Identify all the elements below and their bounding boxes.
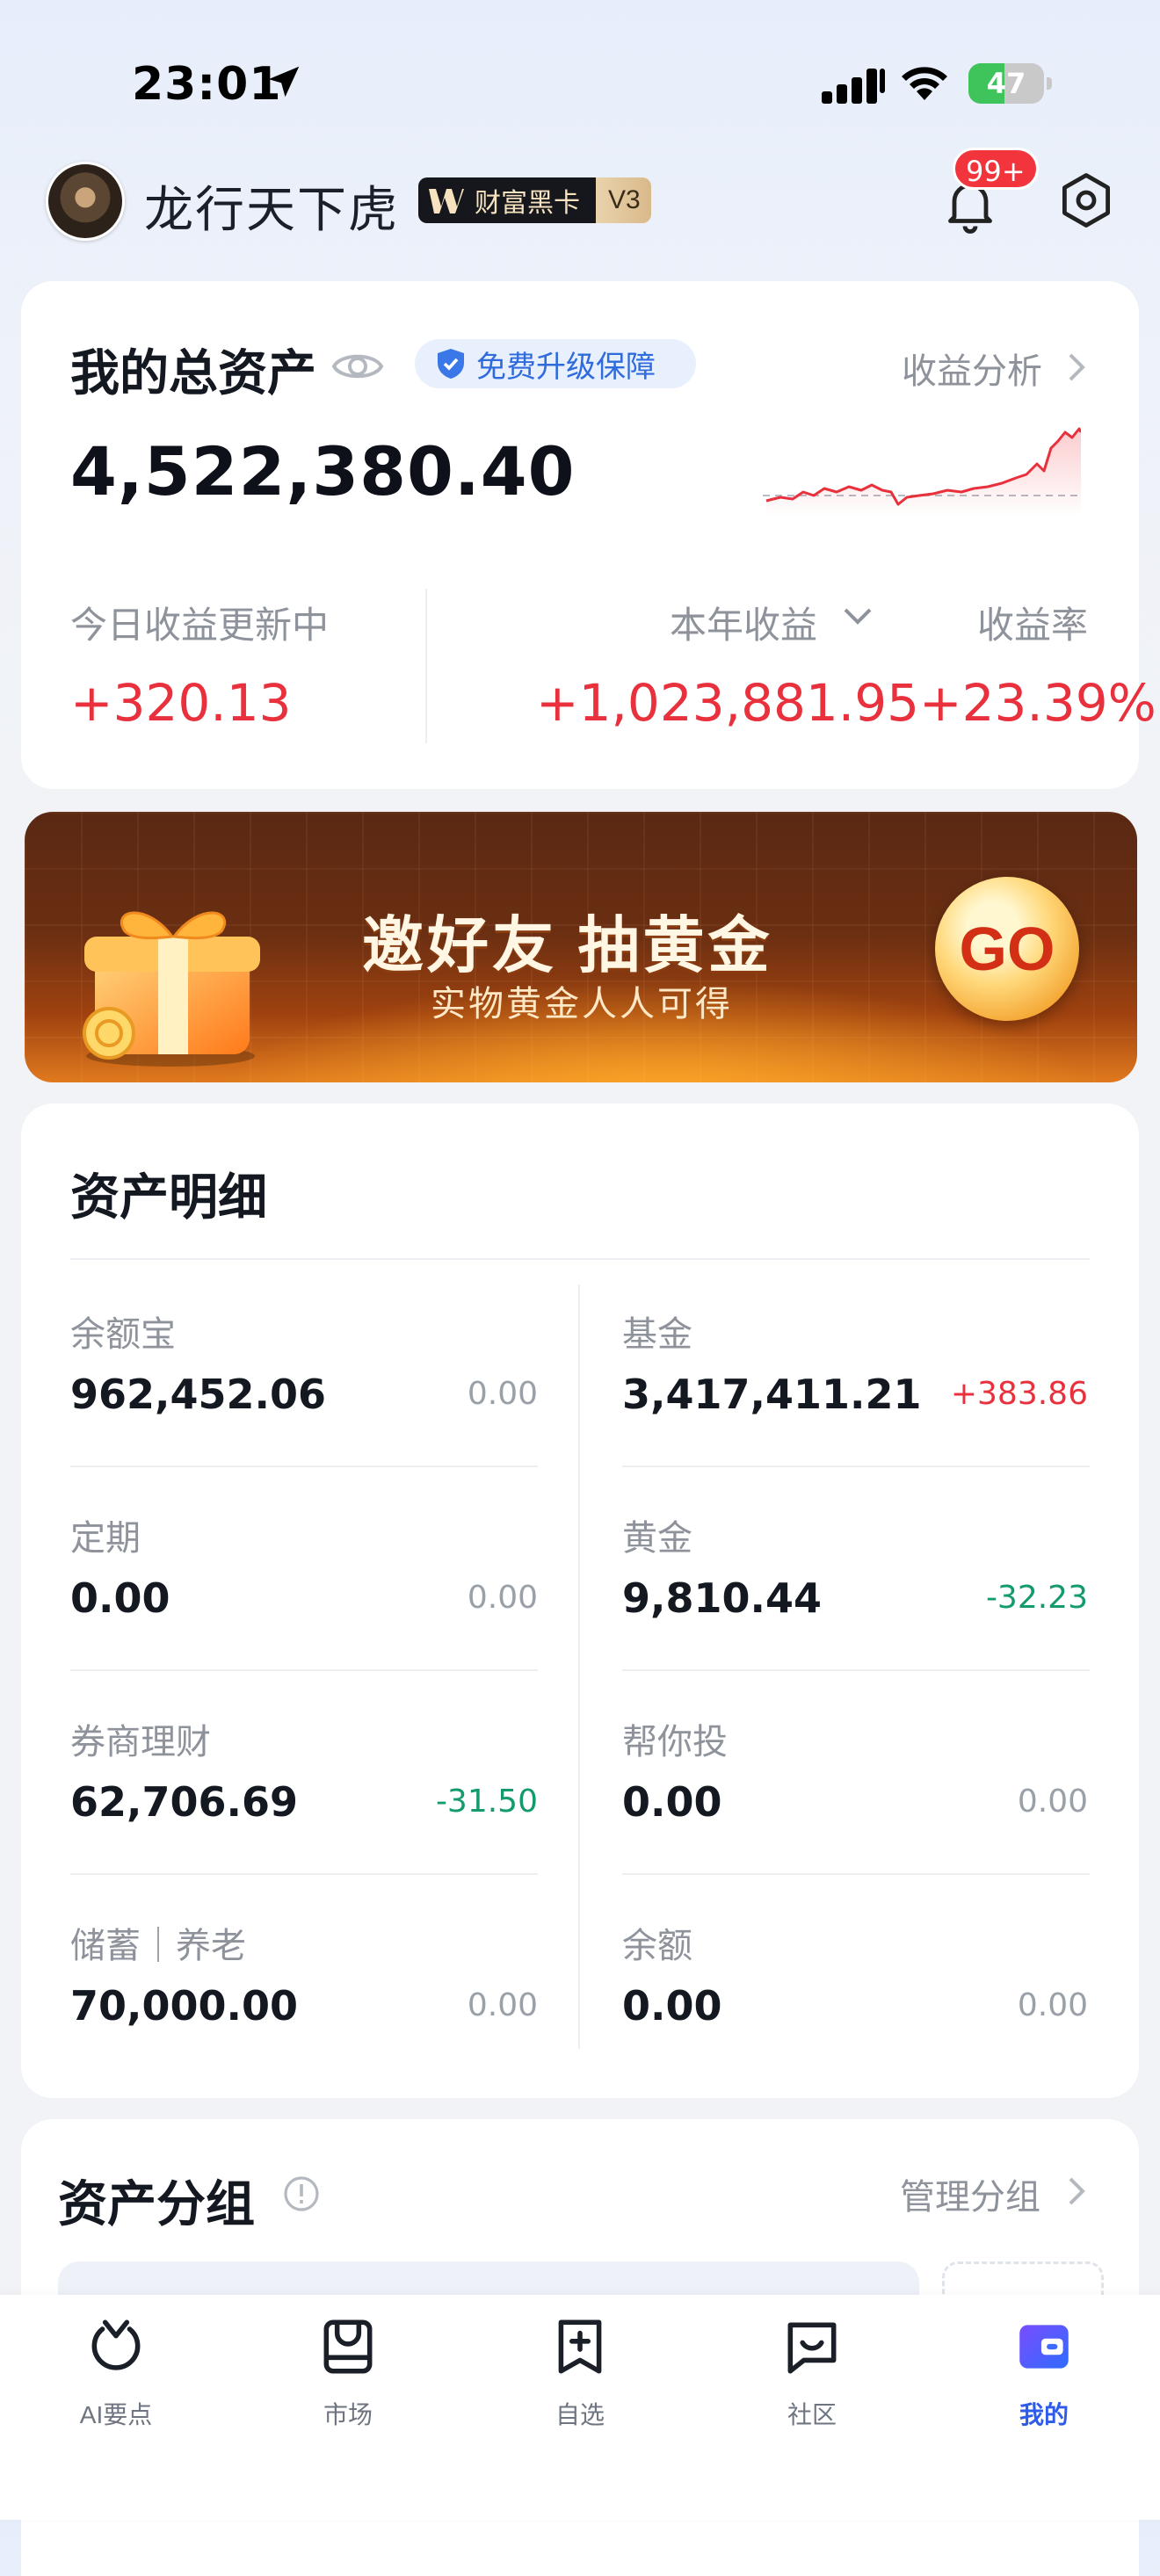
- banner-title: 邀好友 抽黄金: [362, 911, 773, 980]
- asset-value: 70,000.00: [70, 1982, 298, 2030]
- divider: [578, 1284, 580, 2049]
- asset-label: 储蓄｜养老: [70, 1927, 246, 1965]
- manage-groups-link[interactable]: 管理分组: [900, 2168, 1040, 2219]
- divider: [622, 1873, 1090, 1875]
- divider: [70, 1465, 538, 1467]
- total-assets-value: 4,522,380.40: [70, 432, 576, 510]
- assets-trend-sparkline[interactable]: [763, 413, 1081, 517]
- asset-detail-title: 资产明细: [70, 1169, 267, 1225]
- asset-value: 3,417,411.21: [622, 1371, 922, 1418]
- income-analysis-link[interactable]: 收益分析: [902, 343, 1042, 394]
- status-time: 23:01: [132, 58, 282, 111]
- battery-level: 47: [986, 67, 1026, 100]
- divider: [622, 1669, 1090, 1671]
- watchlist-icon: [558, 2319, 602, 2374]
- chevron-right-icon: [1069, 2177, 1085, 2205]
- divider: [425, 589, 427, 743]
- asset-change: 0.00: [1017, 1784, 1088, 1820]
- username[interactable]: 龙行天下虎: [144, 170, 399, 242]
- asset-value: 9,810.44: [622, 1574, 822, 1622]
- protection-upgrade-pill[interactable]: 免费升级保障: [415, 339, 696, 388]
- gift-box-icon: [83, 911, 260, 1067]
- ai-icon: [91, 2319, 141, 2370]
- asset-label: 基金: [622, 1315, 692, 1354]
- asset-value: 0.00: [622, 1778, 722, 1826]
- wallet-icon: [1019, 2325, 1069, 2369]
- tab-label: 市场: [323, 2401, 373, 2428]
- tab-watchlist[interactable]: 自选: [492, 2314, 668, 2431]
- year-income-value: +1,023,881.95: [536, 673, 920, 733]
- tab-ai[interactable]: AI要点: [28, 2314, 204, 2431]
- asset-change: -31.50: [435, 1784, 538, 1820]
- vip-name: 财富黑卡: [475, 189, 580, 218]
- year-income-and-rate: +1,023,881.95+23.39%: [536, 673, 1156, 733]
- chevron-right-icon: [1069, 353, 1085, 381]
- vip-badge[interactable]: 财富黑卡 V3: [418, 176, 651, 225]
- return-rate-label: 收益率: [977, 604, 1089, 646]
- location-arrow-icon: [268, 66, 300, 98]
- return-rate-value: +23.39%: [919, 673, 1156, 733]
- banner-subtitle: 实物黄金人人可得: [431, 985, 733, 1024]
- tab-label: AI要点: [79, 2401, 153, 2428]
- chevron-down-icon[interactable]: [842, 606, 874, 627]
- asset-label: 券商理财: [70, 1723, 211, 1762]
- total-assets-title: 我的总资产: [70, 345, 316, 401]
- tab-label: 自选: [555, 2401, 605, 2428]
- battery-indicator: 47: [968, 63, 1053, 104]
- shield-icon: [438, 349, 464, 379]
- vip-logo-icon: [429, 189, 464, 213]
- asset-value: 62,706.69: [70, 1778, 298, 1826]
- avatar[interactable]: [46, 162, 125, 241]
- asset-change: 0.00: [467, 1987, 538, 2023]
- asset-label: 余额: [622, 1927, 692, 1965]
- info-icon[interactable]: [283, 2175, 320, 2212]
- today-income-value: +320.13: [70, 673, 292, 733]
- asset-value: 0.00: [622, 1982, 722, 2030]
- divider: [622, 1465, 1090, 1467]
- asset-label: 黄金: [622, 1519, 692, 1558]
- asset-groups-title: 资产分组: [58, 2176, 255, 2232]
- asset-label: 余额宝: [70, 1315, 176, 1354]
- year-income-label[interactable]: 本年收益: [670, 596, 817, 649]
- asset-change: 0.00: [467, 1580, 538, 1616]
- vip-level: V3: [596, 177, 651, 223]
- asset-change: +383.86: [950, 1376, 1088, 1412]
- community-icon: [787, 2322, 837, 2374]
- asset-value: 0.00: [70, 1574, 170, 1622]
- tab-mine[interactable]: 我的: [956, 2314, 1132, 2431]
- divider: [70, 1258, 1090, 1260]
- asset-change: 0.00: [1017, 1987, 1088, 2023]
- notification-badge: 99+: [953, 148, 1039, 190]
- asset-label: 定期: [70, 1519, 141, 1558]
- tab-label: 我的: [1019, 2401, 1069, 2428]
- asset-change: 0.00: [467, 1376, 538, 1412]
- tab-market[interactable]: 市场: [260, 2314, 436, 2431]
- today-income-label: 今日收益更新中: [70, 604, 330, 646]
- settings-gear-icon[interactable]: [1055, 169, 1118, 232]
- divider: [70, 1873, 538, 1875]
- asset-label: 帮你投: [622, 1723, 728, 1762]
- tab-label: 社区: [787, 2401, 837, 2428]
- asset-value: 962,452.06: [70, 1371, 327, 1418]
- wifi-icon: [902, 67, 947, 100]
- eye-visibility-icon[interactable]: [330, 344, 385, 388]
- market-icon: [323, 2319, 373, 2374]
- cellular-signal-icon: [822, 69, 885, 104]
- tab-community[interactable]: 社区: [724, 2314, 900, 2431]
- protection-label: 免费升级保障: [476, 350, 656, 384]
- divider: [70, 1669, 538, 1671]
- banner-go-button[interactable]: GO: [935, 877, 1079, 1021]
- asset-change: -32.23: [985, 1580, 1088, 1616]
